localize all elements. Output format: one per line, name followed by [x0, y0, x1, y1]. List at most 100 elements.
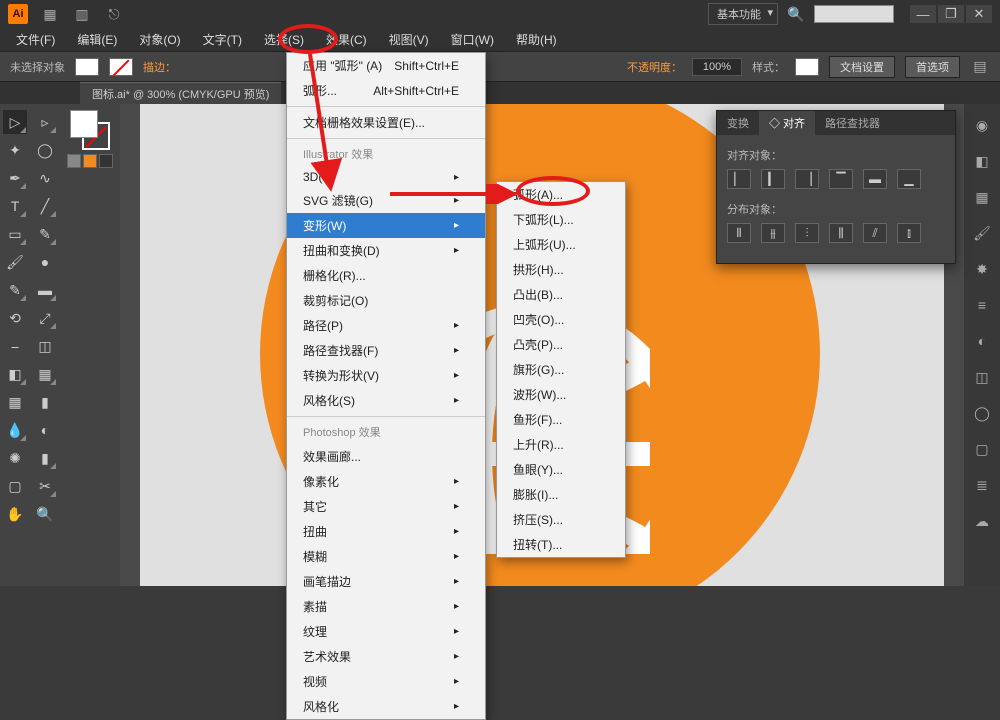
effect-rasterize[interactable]: 栅格化(R)...: [287, 263, 485, 288]
align-vcenter[interactable]: ▬: [863, 169, 887, 189]
scale-tool[interactable]: ⤢: [33, 306, 57, 330]
dist-bottom[interactable]: ⫶: [795, 223, 819, 243]
menu-object[interactable]: 对象(O): [129, 28, 190, 51]
menu-help[interactable]: 帮助(H): [506, 28, 567, 51]
effect-path[interactable]: 路径(P): [287, 313, 485, 338]
fill-swatch[interactable]: [75, 58, 99, 76]
blend-tool[interactable]: ◐: [33, 418, 57, 442]
menu-type[interactable]: 文字(T): [193, 28, 252, 51]
effect-other[interactable]: 其它: [287, 494, 485, 519]
effect-stylize-illu[interactable]: 风格化(S): [287, 388, 485, 413]
document-tab[interactable]: 图标.ai* @ 300% (CMYK/GPU 预览): [80, 82, 281, 105]
color-guide-icon[interactable]: ◧: [971, 150, 993, 172]
libraries-panel-icon[interactable]: ☁: [971, 510, 993, 532]
align-bottom[interactable]: ▁: [897, 169, 921, 189]
warp-wave[interactable]: 波形(W)...: [497, 382, 625, 407]
menu-file[interactable]: 文件(F): [6, 28, 65, 51]
lasso-tool[interactable]: ◯: [33, 138, 57, 162]
menu-edit[interactable]: 编辑(E): [67, 28, 127, 51]
warp-inflate[interactable]: 膨胀(I)...: [497, 482, 625, 507]
effect-warp[interactable]: 变形(W): [287, 213, 485, 238]
brushes-panel-icon[interactable]: 🖌: [971, 222, 993, 244]
panel-menu-icon[interactable]: ▤: [970, 57, 990, 77]
fill-stroke-indicator[interactable]: [70, 110, 110, 150]
effect-pathfinder[interactable]: 路径查找器(F): [287, 338, 485, 363]
warp-fish[interactable]: 鱼形(F)...: [497, 407, 625, 432]
rectangle-tool[interactable]: ▭: [3, 222, 27, 246]
transform-tab[interactable]: 变换: [717, 111, 759, 135]
stroke-panel-icon[interactable]: ≡: [971, 294, 993, 316]
hand-tool[interactable]: ✋: [3, 502, 27, 526]
dist-left[interactable]: ⫼: [829, 223, 853, 243]
blob-brush-tool[interactable]: ●: [33, 250, 57, 274]
menu-view[interactable]: 视图(V): [379, 28, 439, 51]
effect-convert-to-shape[interactable]: 转换为形状(V): [287, 363, 485, 388]
effect-brush-strokes[interactable]: 画笔描边: [287, 569, 485, 594]
document-setup-button[interactable]: 文档设置: [829, 56, 895, 78]
raster-effect-settings[interactable]: 文档栅格效果设置(E)...: [287, 110, 485, 135]
stroke-swatch[interactable]: [109, 58, 133, 76]
shaper-tool[interactable]: ✎: [33, 222, 57, 246]
none-mode[interactable]: [99, 154, 113, 168]
last-effect[interactable]: 弧形...Alt+Shift+Ctrl+E: [287, 78, 485, 103]
apply-last-effect[interactable]: 应用 "弧形" (A)Shift+Ctrl+E: [287, 53, 485, 78]
magic-wand-tool[interactable]: ✦: [3, 138, 27, 162]
effect-blur[interactable]: 模糊: [287, 544, 485, 569]
color-mode[interactable]: [67, 154, 81, 168]
direct-selection-tool[interactable]: ▹: [33, 110, 57, 134]
pencil-tool[interactable]: ✎: [3, 278, 27, 302]
paintbrush-tool[interactable]: 🖌: [3, 250, 27, 274]
warp-shell-lower[interactable]: 凹壳(O)...: [497, 307, 625, 332]
align-left[interactable]: ▏: [727, 169, 751, 189]
warp-bulge[interactable]: 凸出(B)...: [497, 282, 625, 307]
menu-window[interactable]: 窗口(W): [441, 28, 504, 51]
dist-top[interactable]: ⫴: [727, 223, 751, 243]
width-tool[interactable]: ⎯: [3, 334, 27, 358]
warp-arch[interactable]: 拱形(H)...: [497, 257, 625, 282]
effect-pixelate[interactable]: 像素化: [287, 469, 485, 494]
close-button[interactable]: ✕: [966, 5, 992, 23]
search-icon[interactable]: 🔍: [786, 4, 806, 24]
swatches-panel-icon[interactable]: ▦: [971, 186, 993, 208]
align-top[interactable]: ▔: [829, 169, 853, 189]
effect-texture[interactable]: 纹理: [287, 619, 485, 644]
align-hcenter[interactable]: ▎: [761, 169, 785, 189]
gradient-mode[interactable]: [83, 154, 97, 168]
eyedropper-tool[interactable]: 💧: [3, 418, 27, 442]
free-transform-tool[interactable]: ◫: [33, 334, 57, 358]
pathfinder-tab[interactable]: 路径查找器: [815, 111, 890, 135]
type-tool[interactable]: T: [3, 194, 27, 218]
symbols-panel-icon[interactable]: ✸: [971, 258, 993, 280]
warp-arc-upper[interactable]: 上弧形(U)...: [497, 232, 625, 257]
eraser-tool[interactable]: ▬: [33, 278, 57, 302]
workspace-switcher[interactable]: 基本功能: [708, 3, 778, 25]
warp-rise[interactable]: 上升(R)...: [497, 432, 625, 457]
warp-fisheye[interactable]: 鱼眼(Y)...: [497, 457, 625, 482]
line-segment-tool[interactable]: ╱: [33, 194, 57, 218]
menu-select[interactable]: 选择(S): [254, 28, 314, 51]
rotate-tool[interactable]: ⟲: [3, 306, 27, 330]
shape-builder-tool[interactable]: ◧: [3, 362, 27, 386]
align-tab[interactable]: ◇ 对齐: [759, 111, 815, 135]
warp-flag[interactable]: 旗形(G)...: [497, 357, 625, 382]
symbol-sprayer-tool[interactable]: ✺: [3, 446, 27, 470]
effect-3d[interactable]: 3D(3): [287, 166, 485, 188]
opacity-input[interactable]: [692, 58, 742, 76]
dist-vcenter[interactable]: ⫵: [761, 223, 785, 243]
bridge-icon[interactable]: ▦: [40, 4, 60, 24]
curvature-tool[interactable]: ∿: [33, 166, 57, 190]
effect-artistic[interactable]: 艺术效果: [287, 644, 485, 669]
effect-sketch[interactable]: 素描: [287, 594, 485, 619]
pen-tool[interactable]: ✒: [3, 166, 27, 190]
artboard-tool[interactable]: ▢: [3, 474, 27, 498]
layers-panel-icon[interactable]: ≣: [971, 474, 993, 496]
align-right[interactable]: ▕: [795, 169, 819, 189]
zoom-tool[interactable]: 🔍: [33, 502, 57, 526]
perspective-grid-tool[interactable]: ▦: [33, 362, 57, 386]
mesh-tool[interactable]: ▦: [3, 390, 27, 414]
graphic-styles-icon[interactable]: ▢: [971, 438, 993, 460]
slice-tool[interactable]: ✂: [33, 474, 57, 498]
transparency-panel-icon[interactable]: ◫: [971, 366, 993, 388]
effect-stylize-ps[interactable]: 风格化: [287, 694, 485, 719]
color-panel-icon[interactable]: ◉: [971, 114, 993, 136]
